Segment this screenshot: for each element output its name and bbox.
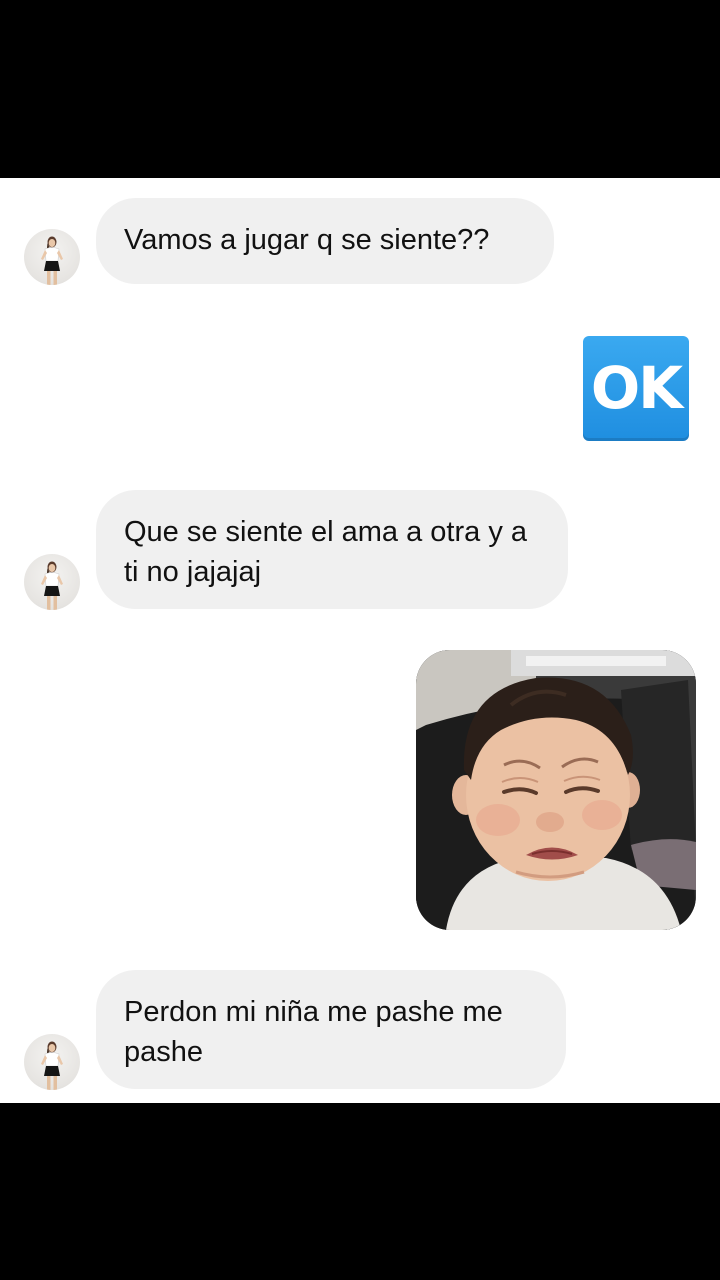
contact-avatar[interactable] bbox=[24, 1034, 80, 1090]
ok-emoji-label: OK bbox=[590, 354, 683, 422]
person-icon bbox=[41, 1041, 63, 1090]
chat-thread[interactable]: Vamos a jugar q se siente?? OK Que se si… bbox=[0, 178, 720, 1103]
message-bubble-received[interactable]: Perdon mi niña me pashe me pashe bbox=[96, 970, 566, 1089]
person-icon bbox=[41, 236, 63, 285]
video-frame: Vamos a jugar q se siente?? OK Que se si… bbox=[0, 0, 720, 1280]
contact-avatar[interactable] bbox=[24, 229, 80, 285]
crying-baby-sticker[interactable] bbox=[416, 650, 696, 930]
message-text: Vamos a jugar q se siente?? bbox=[124, 224, 490, 256]
ok-emoji[interactable]: OK bbox=[583, 336, 689, 441]
person-icon bbox=[41, 561, 63, 610]
message-text: Perdon mi niña me pashe me pashe bbox=[124, 996, 503, 1068]
contact-avatar[interactable] bbox=[24, 554, 80, 610]
message-text: Que se siente el ama a otra y a ti no ja… bbox=[124, 516, 527, 588]
crying-baby-icon bbox=[416, 650, 696, 930]
message-bubble-received[interactable]: Que se siente el ama a otra y a ti no ja… bbox=[96, 490, 568, 609]
message-bubble-received[interactable]: Vamos a jugar q se siente?? bbox=[96, 198, 554, 284]
